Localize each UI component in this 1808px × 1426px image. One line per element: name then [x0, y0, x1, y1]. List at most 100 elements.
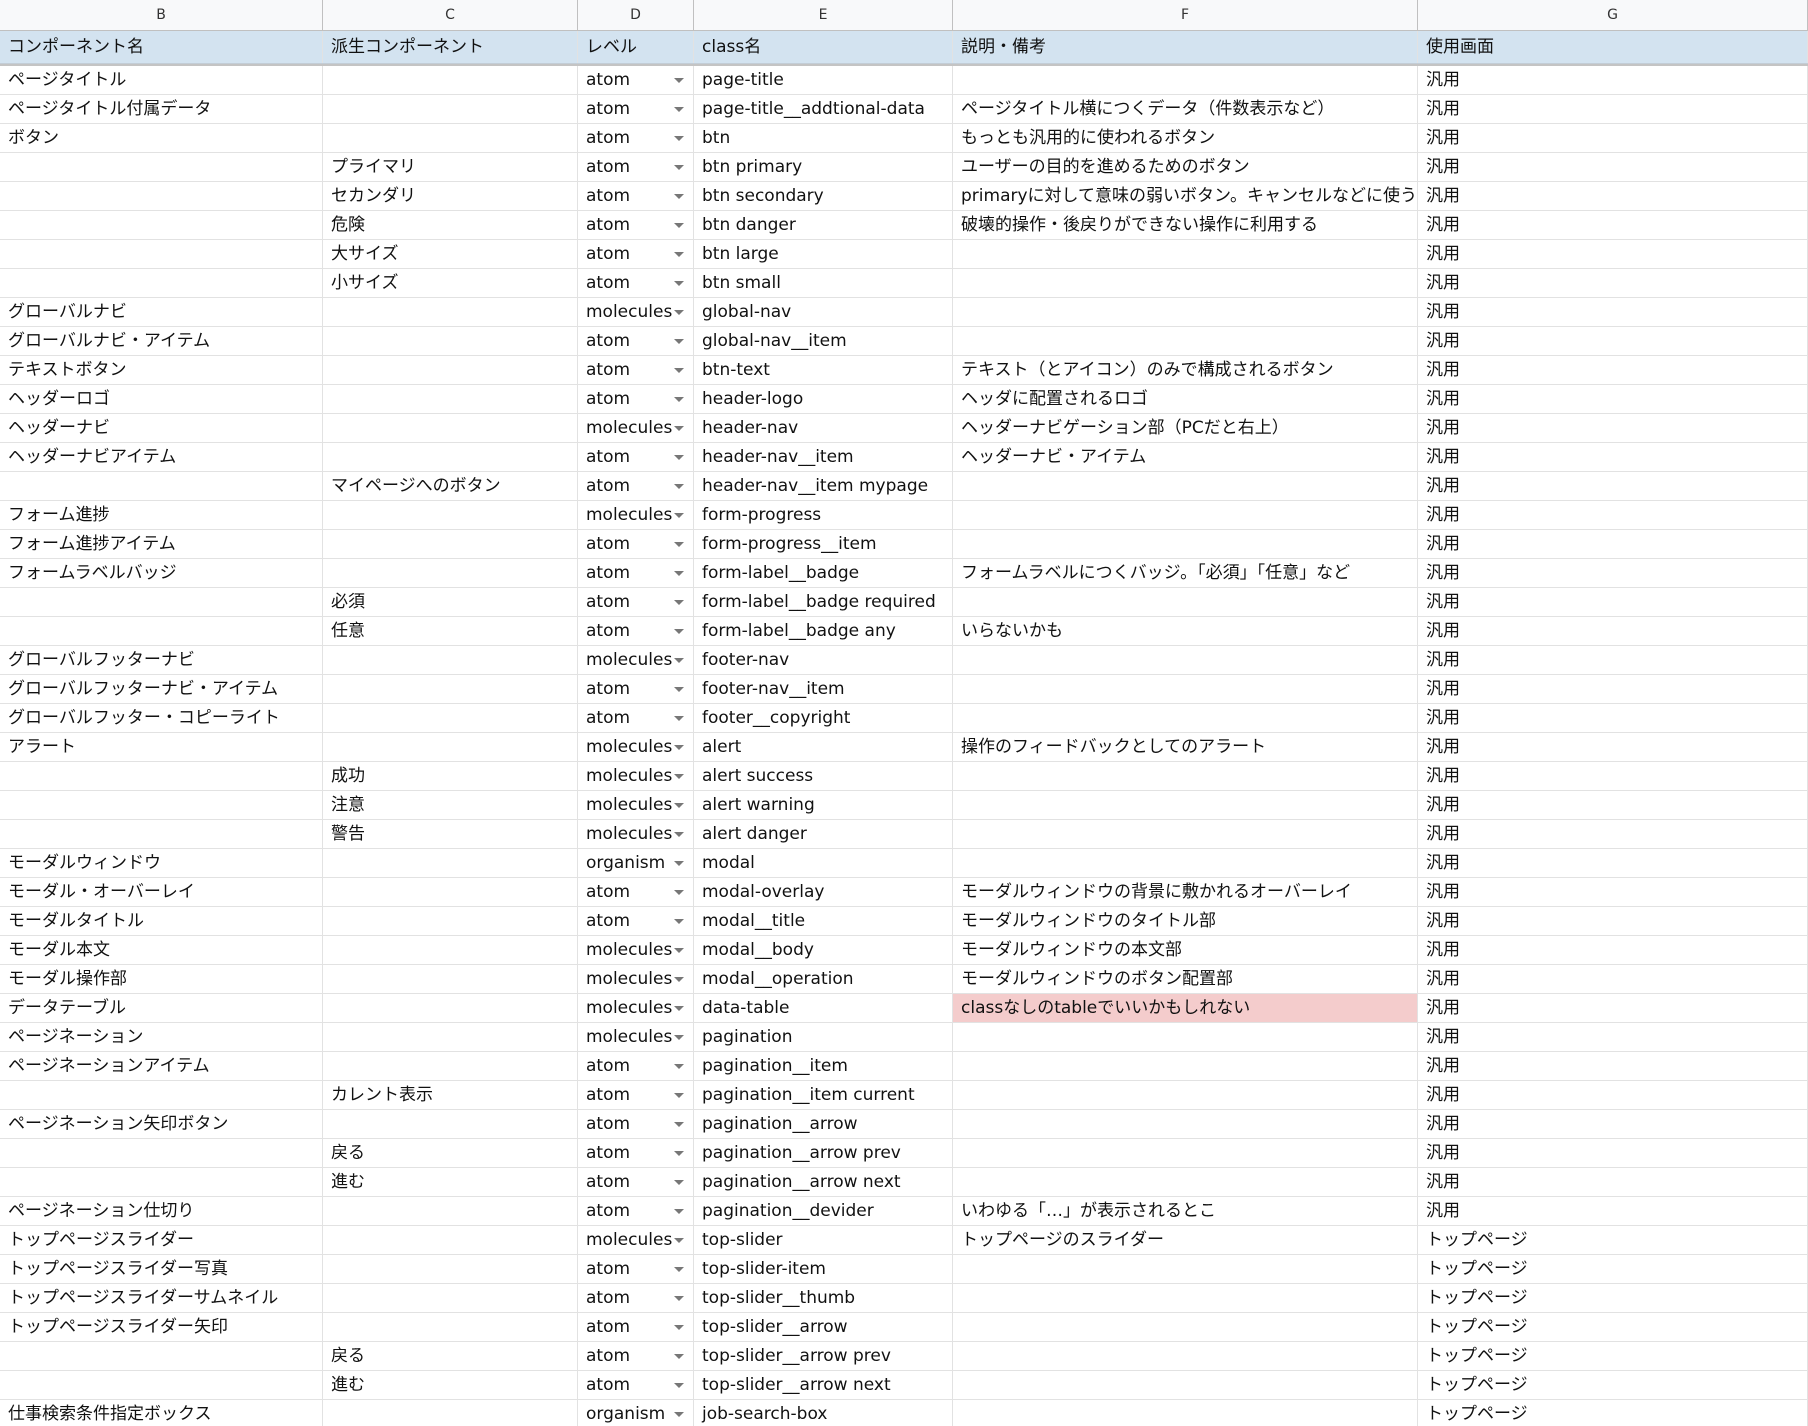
description-cell[interactable] [953, 1313, 1418, 1341]
level-cell[interactable]: atom [578, 95, 694, 123]
usage-screen-cell[interactable]: 汎用 [1418, 907, 1808, 935]
usage-screen-cell[interactable]: トップページ [1418, 1226, 1808, 1254]
derived-component-cell[interactable]: 戻る [323, 1139, 578, 1167]
derived-component-cell[interactable] [323, 1110, 578, 1138]
derived-component-cell[interactable] [323, 994, 578, 1022]
description-cell[interactable]: classなしのtableでいいかもしれない [953, 994, 1418, 1022]
level-cell[interactable]: atom [578, 530, 694, 558]
usage-screen-cell[interactable]: 汎用 [1418, 820, 1808, 848]
usage-screen-cell[interactable]: トップページ [1418, 1400, 1808, 1426]
header-cell-class-name[interactable]: class名 [694, 31, 953, 63]
derived-component-cell[interactable] [323, 501, 578, 529]
description-cell[interactable]: フォームラベルにつくバッジ。「必須」「任意」など [953, 559, 1418, 587]
component-name-cell[interactable]: モーダル・オーバーレイ [0, 878, 323, 906]
level-cell[interactable]: molecules [578, 820, 694, 848]
component-name-cell[interactable]: ページネーション矢印ボタン [0, 1110, 323, 1138]
description-cell[interactable] [953, 791, 1418, 819]
component-name-cell[interactable]: ヘッダーナビ [0, 414, 323, 442]
description-cell[interactable] [953, 704, 1418, 732]
derived-component-cell[interactable]: 警告 [323, 820, 578, 848]
component-name-cell[interactable] [0, 1139, 323, 1167]
component-name-cell[interactable] [0, 153, 323, 181]
class-name-cell[interactable]: pagination__arrow next [694, 1168, 953, 1196]
derived-component-cell[interactable]: プライマリ [323, 153, 578, 181]
level-cell[interactable]: molecules [578, 994, 694, 1022]
dropdown-arrow-icon[interactable] [674, 107, 684, 112]
description-cell[interactable]: ヘッダーナビ・アイテム [953, 443, 1418, 471]
derived-component-cell[interactable]: 危険 [323, 211, 578, 239]
derived-component-cell[interactable]: セカンダリ [323, 182, 578, 210]
derived-component-cell[interactable] [323, 124, 578, 152]
level-cell[interactable]: atom [578, 182, 694, 210]
class-name-cell[interactable]: btn [694, 124, 953, 152]
class-name-cell[interactable]: header-nav__item mypage [694, 472, 953, 500]
class-name-cell[interactable]: btn danger [694, 211, 953, 239]
derived-component-cell[interactable] [323, 1255, 578, 1283]
description-cell[interactable] [953, 269, 1418, 297]
usage-screen-cell[interactable]: トップページ [1418, 1371, 1808, 1399]
dropdown-arrow-icon[interactable] [674, 832, 684, 837]
derived-component-cell[interactable]: 小サイズ [323, 269, 578, 297]
usage-screen-cell[interactable]: 汎用 [1418, 965, 1808, 993]
class-name-cell[interactable]: alert danger [694, 820, 953, 848]
level-cell[interactable]: molecules [578, 733, 694, 761]
dropdown-arrow-icon[interactable] [674, 919, 684, 924]
column-letter-b[interactable]: B [0, 0, 323, 30]
description-cell[interactable]: モーダルウィンドウの本文部 [953, 936, 1418, 964]
derived-component-cell[interactable] [323, 1400, 578, 1426]
level-cell[interactable]: atom [578, 1342, 694, 1370]
level-cell[interactable]: molecules [578, 965, 694, 993]
level-cell[interactable]: atom [578, 617, 694, 645]
component-name-cell[interactable]: フォームラベルバッジ [0, 559, 323, 587]
usage-screen-cell[interactable]: 汎用 [1418, 994, 1808, 1022]
description-cell[interactable] [953, 1110, 1418, 1138]
level-cell[interactable]: atom [578, 211, 694, 239]
level-cell[interactable]: organism [578, 849, 694, 877]
description-cell[interactable] [953, 66, 1418, 94]
level-cell[interactable]: atom [578, 559, 694, 587]
derived-component-cell[interactable] [323, 327, 578, 355]
component-name-cell[interactable]: トップページスライダー矢印 [0, 1313, 323, 1341]
description-cell[interactable]: ヘッダーナビゲーション部（PCだと右上） [953, 414, 1418, 442]
description-cell[interactable]: モーダルウィンドウの背景に敷かれるオーバーレイ [953, 878, 1418, 906]
derived-component-cell[interactable] [323, 1197, 578, 1225]
dropdown-arrow-icon[interactable] [674, 687, 684, 692]
class-name-cell[interactable]: btn secondary [694, 182, 953, 210]
class-name-cell[interactable]: global-nav__item [694, 327, 953, 355]
description-cell[interactable] [953, 1081, 1418, 1109]
class-name-cell[interactable]: form-progress__item [694, 530, 953, 558]
usage-screen-cell[interactable]: 汎用 [1418, 936, 1808, 964]
derived-component-cell[interactable]: 大サイズ [323, 240, 578, 268]
level-cell[interactable]: atom [578, 327, 694, 355]
usage-screen-cell[interactable]: 汎用 [1418, 1081, 1808, 1109]
component-name-cell[interactable] [0, 820, 323, 848]
column-letter-e[interactable]: E [694, 0, 953, 30]
usage-screen-cell[interactable]: 汎用 [1418, 1197, 1808, 1225]
derived-component-cell[interactable] [323, 1226, 578, 1254]
derived-component-cell[interactable]: 成功 [323, 762, 578, 790]
class-name-cell[interactable]: btn large [694, 240, 953, 268]
usage-screen-cell[interactable]: 汎用 [1418, 472, 1808, 500]
level-cell[interactable]: molecules [578, 414, 694, 442]
usage-screen-cell[interactable]: 汎用 [1418, 66, 1808, 94]
derived-component-cell[interactable]: 任意 [323, 617, 578, 645]
dropdown-arrow-icon[interactable] [674, 136, 684, 141]
level-cell[interactable]: atom [578, 443, 694, 471]
dropdown-arrow-icon[interactable] [674, 1325, 684, 1330]
description-cell[interactable]: トップページのスライダー [953, 1226, 1418, 1254]
dropdown-arrow-icon[interactable] [674, 571, 684, 576]
description-cell[interactable] [953, 675, 1418, 703]
usage-screen-cell[interactable]: 汎用 [1418, 298, 1808, 326]
component-name-cell[interactable]: ページタイトル付属データ [0, 95, 323, 123]
usage-screen-cell[interactable]: トップページ [1418, 1342, 1808, 1370]
description-cell[interactable]: モーダルウィンドウのボタン配置部 [953, 965, 1418, 993]
dropdown-arrow-icon[interactable] [674, 1296, 684, 1301]
component-name-cell[interactable] [0, 269, 323, 297]
description-cell[interactable] [953, 530, 1418, 558]
description-cell[interactable] [953, 472, 1418, 500]
class-name-cell[interactable]: alert [694, 733, 953, 761]
usage-screen-cell[interactable]: 汎用 [1418, 878, 1808, 906]
description-cell[interactable] [953, 1255, 1418, 1283]
usage-screen-cell[interactable]: 汎用 [1418, 95, 1808, 123]
level-cell[interactable]: molecules [578, 1226, 694, 1254]
